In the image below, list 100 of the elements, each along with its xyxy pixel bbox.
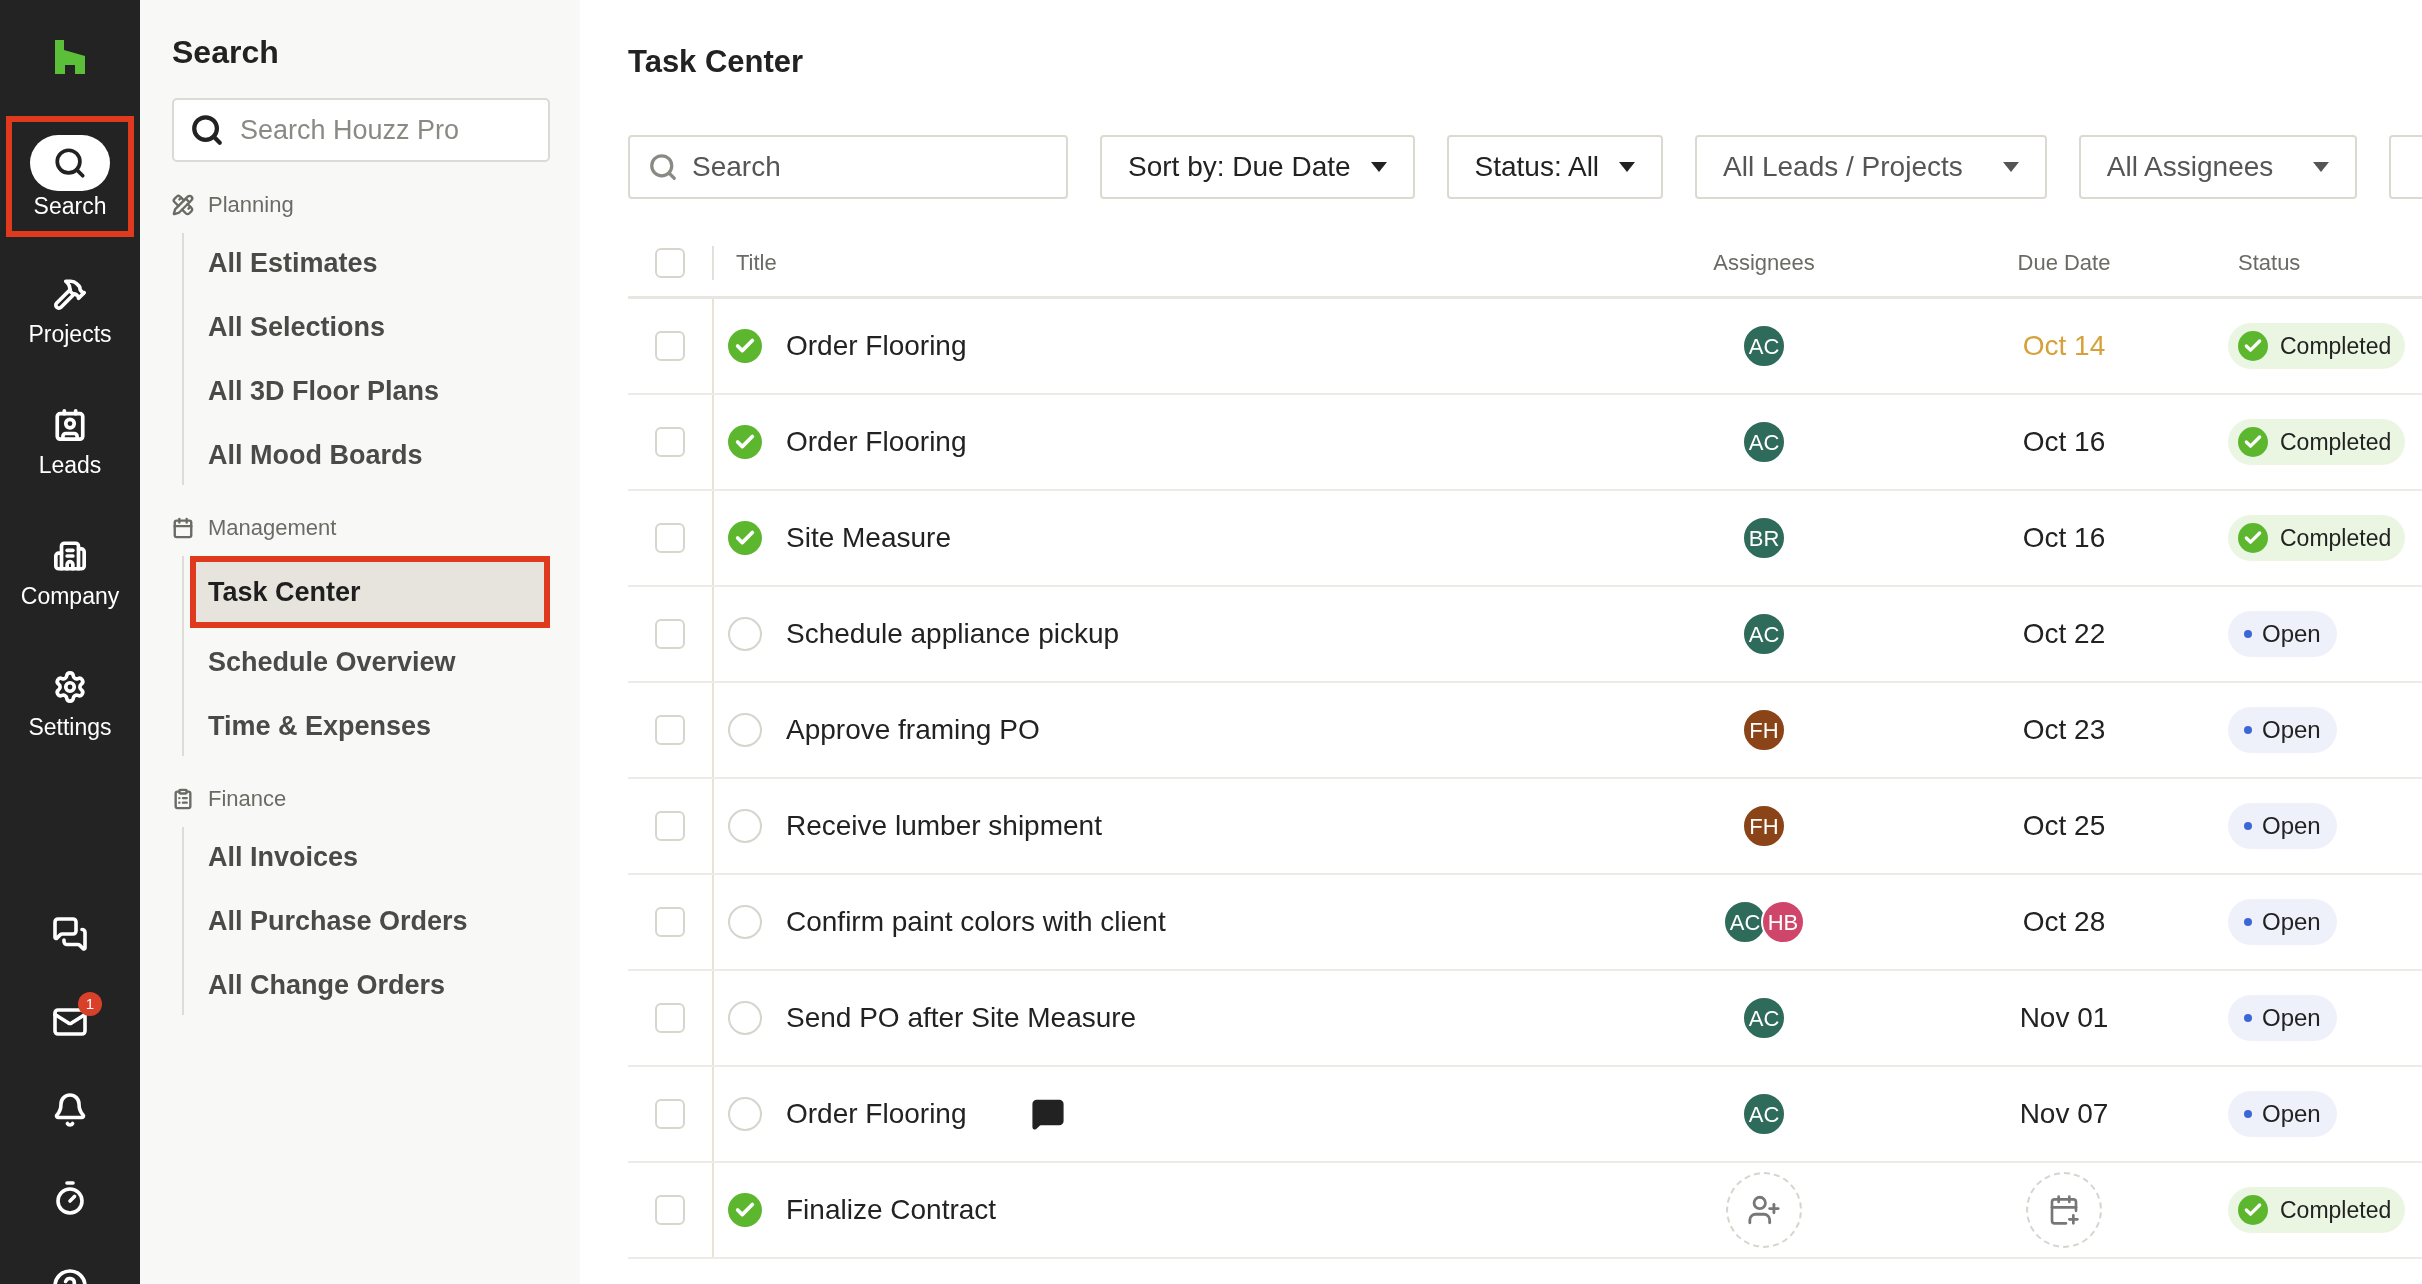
comment-icon[interactable] <box>1030 1097 1065 1131</box>
row-checkbox[interactable] <box>655 1195 685 1225</box>
caret-icon <box>1619 162 1636 172</box>
row-checkbox[interactable] <box>655 1003 685 1033</box>
task-title[interactable]: Order Flooring <box>786 325 967 367</box>
nav-item[interactable]: Settings <box>14 648 126 753</box>
task-title[interactable]: Receive lumber shipment <box>786 805 1102 847</box>
sidebar-item[interactable]: Task Center <box>196 562 544 622</box>
nav-item[interactable]: Leads <box>14 386 126 491</box>
due-date: Oct 23 <box>2022 713 2106 747</box>
add-due-date-button[interactable] <box>2026 1172 2102 1248</box>
filter-dropdown[interactable]: All Leads / Projects <box>1695 135 2047 199</box>
inbox-button[interactable]: 1 <box>52 992 102 1040</box>
status-badge: Open <box>2228 995 2337 1041</box>
task-title[interactable]: Approve framing PO <box>786 709 1040 751</box>
due-date: Nov 07 <box>2019 1097 2109 1131</box>
status-badge: Completed <box>2228 419 2406 465</box>
assignee-avatar: FH <box>1742 708 1786 752</box>
row-checkbox[interactable] <box>655 331 685 361</box>
due-date: Oct 22 <box>2022 617 2106 651</box>
column-header: Status <box>2237 249 2302 277</box>
status-badge: Open <box>2228 611 2337 657</box>
sidebar-item[interactable]: All Change Orders <box>196 955 550 1015</box>
status-badge: Completed <box>2228 515 2406 561</box>
filter-dropdown[interactable]: Status: All <box>1446 135 1664 199</box>
chat-icon <box>52 916 88 952</box>
task-title[interactable]: Order Flooring <box>786 421 967 463</box>
chat-button[interactable] <box>52 916 88 952</box>
filter-dropdown[interactable]: Sort by: Due Date <box>1100 135 1415 199</box>
sidebar-item[interactable]: All Invoices <box>196 827 550 887</box>
due-date: Oct 28 <box>2022 905 2106 939</box>
assignee-avatar: BR <box>1742 516 1786 560</box>
sidebar-item[interactable]: All Selections <box>196 297 550 357</box>
completed-check-icon[interactable] <box>728 521 762 555</box>
status-badge: Open <box>2228 707 2337 753</box>
logo-icon[interactable] <box>55 40 85 74</box>
task-title[interactable]: Order Flooring <box>786 1093 967 1135</box>
management-icon <box>172 516 194 539</box>
task-title[interactable]: Finalize Contract <box>786 1189 997 1231</box>
task-title[interactable]: Confirm paint colors with client <box>786 901 1166 943</box>
nav-item[interactable]: Search <box>14 124 126 229</box>
status-badge: Open <box>2228 899 2337 945</box>
bell-icon <box>52 1092 88 1128</box>
bell-button[interactable] <box>52 1092 88 1128</box>
row-checkbox[interactable] <box>655 427 685 457</box>
planning-icon <box>172 193 194 216</box>
search-input[interactable]: Search Houzz Pro <box>240 109 532 151</box>
section-label: Finance <box>208 785 287 813</box>
sidebar-item[interactable]: Schedule Overview <box>196 632 550 692</box>
filter-dropdown[interactable]: All Assignees <box>2078 135 2358 199</box>
nav-item[interactable]: Company <box>14 517 126 622</box>
assignee-avatar: AC <box>1742 324 1786 368</box>
status-badge: Open <box>2228 803 2337 849</box>
due-date: Oct 16 <box>2022 425 2106 459</box>
add-calendar-icon <box>2048 1194 2080 1226</box>
assignee-avatar: FH <box>1742 804 1786 848</box>
assignee-avatar: AC <box>1742 612 1786 656</box>
completed-check-icon[interactable] <box>728 329 762 363</box>
assignee-avatar: AC <box>1742 420 1786 464</box>
search-icon <box>648 152 678 182</box>
sidebar-item[interactable]: All Purchase Orders <box>196 891 550 951</box>
column-header: Due Date <box>2017 249 2111 277</box>
row-checkbox[interactable] <box>655 1099 685 1129</box>
row-checkbox[interactable] <box>655 811 685 841</box>
caret-icon <box>2002 162 2019 172</box>
column-header: Assignees <box>1713 249 1815 277</box>
search-field[interactable]: Search <box>628 135 1068 199</box>
row-checkbox[interactable] <box>655 619 685 649</box>
sidebar-item[interactable]: All 3D Floor Plans <box>196 361 550 421</box>
task-title[interactable]: Site Measure <box>786 517 951 559</box>
row-checkbox[interactable] <box>655 523 685 553</box>
caret-icon <box>2313 162 2330 172</box>
search-icon <box>190 113 224 147</box>
sidebar-item[interactable]: Time & Expenses <box>196 696 550 756</box>
add-assignee-button[interactable] <box>1726 1172 1802 1248</box>
search-input[interactable]: Search <box>692 146 1048 188</box>
completed-check-icon[interactable] <box>728 425 762 459</box>
due-date: Oct 25 <box>2022 809 2106 843</box>
task-title[interactable]: Schedule appliance pickup <box>786 613 1120 655</box>
status-badge: Open <box>2228 1091 2337 1137</box>
row-checkbox[interactable] <box>655 907 685 937</box>
sidebar-item[interactable]: All Mood Boards <box>196 425 550 485</box>
section-label: Management <box>208 514 337 542</box>
section-label: Planning <box>208 191 294 219</box>
row-checkbox[interactable] <box>655 247 685 278</box>
due-date: Oct 14 <box>2022 329 2106 363</box>
column-header: Title <box>735 249 778 277</box>
finance-icon <box>172 787 194 810</box>
due-date: Nov 01 <box>2019 1001 2109 1035</box>
sidebar-title: Search <box>172 36 280 68</box>
assignee-avatar: AC <box>1742 1092 1786 1136</box>
search-field[interactable]: Search Houzz Pro <box>172 98 550 162</box>
status-badge: Completed <box>2228 323 2406 369</box>
page-title: Task Center <box>628 44 804 79</box>
completed-check-icon[interactable] <box>728 1193 762 1227</box>
sidebar-item[interactable]: All Estimates <box>196 233 550 293</box>
row-checkbox[interactable] <box>655 715 685 745</box>
assignee-avatar: AC <box>1742 996 1786 1040</box>
task-title[interactable]: Send PO after Site Measure <box>786 997 1137 1039</box>
nav-item[interactable]: Projects <box>14 255 126 360</box>
